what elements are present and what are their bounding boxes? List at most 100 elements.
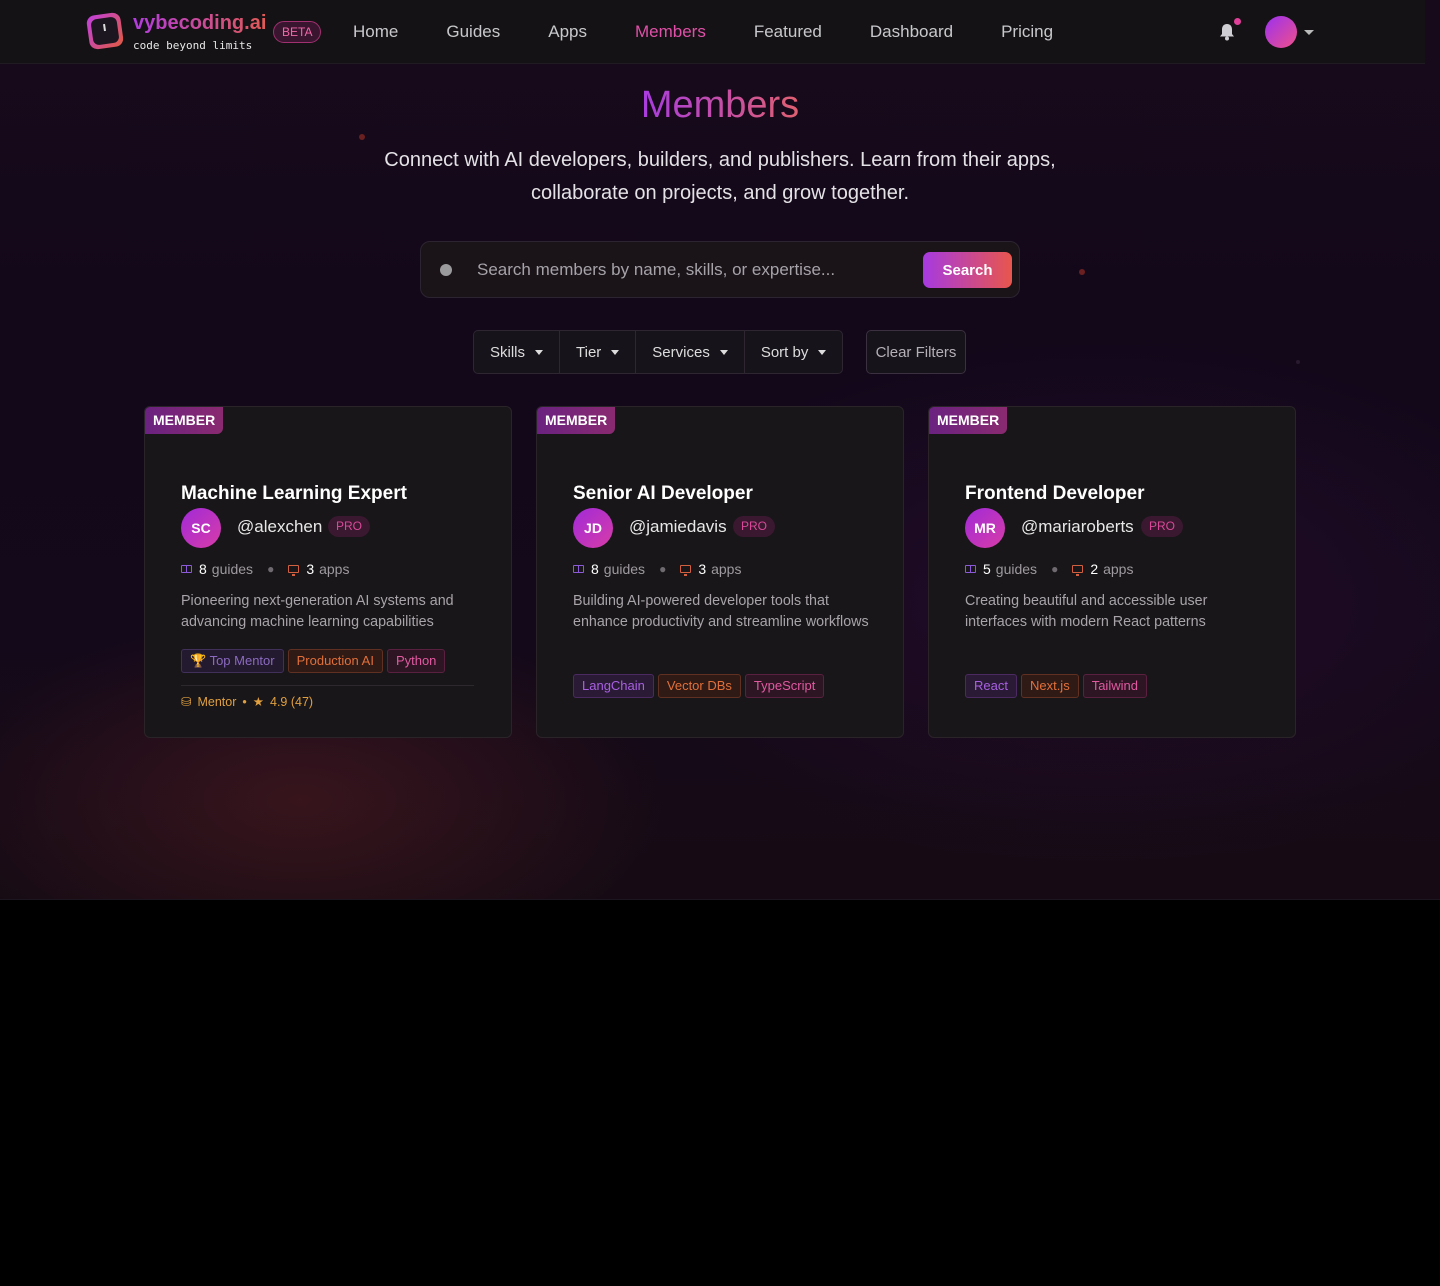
tag-vector-dbs[interactable]: Vector DBs xyxy=(657,674,741,698)
search-bar: Search xyxy=(420,241,1020,298)
mentor-rating: 4.9 (47) xyxy=(270,694,314,709)
user-avatar[interactable] xyxy=(1265,16,1297,48)
member-stats: 8 guides ● 3 apps xyxy=(181,561,349,577)
member-title[interactable]: Senior AI Developer xyxy=(573,483,753,505)
member-description: Creating beautiful and accessible user i… xyxy=(965,593,1208,630)
filter-tier[interactable]: Tier xyxy=(560,331,637,373)
nav-links: Home Guides Apps Members Featured Dashbo… xyxy=(353,22,1053,42)
clear-filters-button[interactable]: Clear Filters xyxy=(866,330,966,374)
logo-icon[interactable] xyxy=(85,11,125,51)
tag-python[interactable]: Python xyxy=(386,649,446,673)
tag-react[interactable]: React xyxy=(965,674,1017,698)
book-icon xyxy=(573,565,584,573)
nav-link-pricing[interactable]: Pricing xyxy=(1001,22,1053,42)
top-navbar: vybecoding.ai code beyond limits BETA Ho… xyxy=(0,0,1425,64)
separator-dot: ● xyxy=(267,562,275,576)
avatar[interactable]: JD xyxy=(573,508,613,548)
separator-dot: ● xyxy=(659,562,667,576)
avatar[interactable]: MR xyxy=(965,508,1005,548)
monitor-icon xyxy=(288,565,300,576)
avatar[interactable]: SC xyxy=(181,508,221,548)
book-icon xyxy=(181,565,192,573)
tag-nextjs[interactable]: Next.js xyxy=(1020,674,1079,698)
apps-label: apps xyxy=(1103,561,1134,577)
page-title: Members xyxy=(640,84,800,126)
book-icon xyxy=(965,565,976,573)
member-badge: MEMBER xyxy=(929,407,1008,434)
tag-production-ai[interactable]: Production AI xyxy=(287,649,383,673)
mentor-info: ⛁ Mentor • ★ 4.9 (47) xyxy=(181,694,314,710)
nav-link-apps[interactable]: Apps xyxy=(548,22,587,42)
nav-link-dashboard[interactable]: Dashboard xyxy=(870,22,953,42)
apps-label: apps xyxy=(319,561,350,577)
nav-link-featured[interactable]: Featured xyxy=(754,22,822,42)
tag-top-mentor[interactable]: 🏆 Top Mentor xyxy=(181,649,284,673)
brand-tagline: code beyond limits xyxy=(133,39,253,52)
divider xyxy=(181,685,474,686)
filter-services[interactable]: Services xyxy=(636,331,745,373)
decorative-particle xyxy=(1079,269,1085,275)
brand-name[interactable]: vybecoding.ai xyxy=(133,12,266,35)
filter-sort-by[interactable]: Sort by xyxy=(745,331,843,373)
member-description: Pioneering next-generation AI systems an… xyxy=(181,593,454,630)
member-card[interactable]: MEMBER Machine Learning Expert SC @alexc… xyxy=(144,406,512,738)
tier-badge: PRO xyxy=(328,516,371,537)
skill-tags: LangChain Vector DBs TypeScript xyxy=(573,674,825,698)
member-badge: MEMBER xyxy=(145,407,224,434)
monitor-icon xyxy=(680,565,692,576)
skill-tags: React Next.js Tailwind xyxy=(965,674,1147,698)
filter-label: Sort by xyxy=(760,343,809,361)
guides-label: guides xyxy=(995,561,1038,577)
member-stats: 5 guides ● 2 apps xyxy=(965,561,1133,577)
tag-typescript[interactable]: TypeScript xyxy=(744,674,825,698)
decorative-particle xyxy=(1296,360,1300,364)
member-stats: 8 guides ● 3 apps xyxy=(573,561,741,577)
graduation-cap-icon: ⛁ xyxy=(181,695,192,709)
apps-label: apps xyxy=(711,561,742,577)
page-subtitle: Connect with AI developers, builders, an… xyxy=(340,144,1100,210)
nav-link-members[interactable]: Members xyxy=(635,22,706,42)
chevron-down-icon xyxy=(535,349,544,355)
chevron-down-icon[interactable] xyxy=(1304,30,1314,35)
member-card[interactable]: MEMBER Frontend Developer MR @mariarober… xyxy=(928,406,1296,738)
filter-label: Tier xyxy=(576,343,602,361)
member-badge: MEMBER xyxy=(537,407,616,434)
apps-count: 2 xyxy=(1090,561,1099,577)
separator-dot: • xyxy=(242,694,247,709)
member-handle[interactable]: @alexchen xyxy=(237,517,322,537)
tag-tailwind[interactable]: Tailwind xyxy=(1082,674,1147,698)
skill-tags: 🏆 Top Mentor Production AI Python xyxy=(181,649,446,673)
filter-skills[interactable]: Skills xyxy=(474,331,561,373)
search-input[interactable] xyxy=(477,256,917,284)
mentor-role: Mentor xyxy=(197,694,237,709)
search-button[interactable]: Search xyxy=(923,252,1012,288)
monitor-icon xyxy=(1072,565,1084,576)
filter-label: Skills xyxy=(490,343,526,361)
member-card[interactable]: MEMBER Senior AI Developer JD @jamiedavi… xyxy=(536,406,904,738)
chevron-down-icon xyxy=(818,349,827,355)
chevron-down-icon xyxy=(719,349,728,355)
guides-count: 5 xyxy=(983,561,991,577)
tier-badge: PRO xyxy=(1141,516,1184,537)
filter-bar: Skills Tier Services Sort by xyxy=(473,330,844,374)
member-handle[interactable]: @jamiedavis xyxy=(629,517,727,537)
guides-count: 8 xyxy=(199,561,207,577)
star-icon: ★ xyxy=(252,695,264,709)
search-icon xyxy=(440,264,452,276)
beta-badge: BETA xyxy=(273,21,322,43)
bell-icon[interactable] xyxy=(1219,23,1235,41)
member-title[interactable]: Frontend Developer xyxy=(965,483,1144,505)
subtitle-line: collaborate on projects, and grow togeth… xyxy=(530,182,910,204)
member-title[interactable]: Machine Learning Expert xyxy=(181,483,407,505)
nav-link-home[interactable]: Home xyxy=(353,22,398,42)
guides-label: guides xyxy=(603,561,646,577)
guides-label: guides xyxy=(211,561,254,577)
member-handle[interactable]: @mariaroberts xyxy=(1021,517,1134,537)
filter-label: Services xyxy=(652,343,710,361)
apps-count: 3 xyxy=(698,561,707,577)
decorative-particle xyxy=(359,134,365,140)
guides-count: 8 xyxy=(591,561,599,577)
tag-langchain[interactable]: LangChain xyxy=(573,674,654,698)
nav-link-guides[interactable]: Guides xyxy=(446,22,500,42)
notification-dot xyxy=(1234,18,1241,25)
